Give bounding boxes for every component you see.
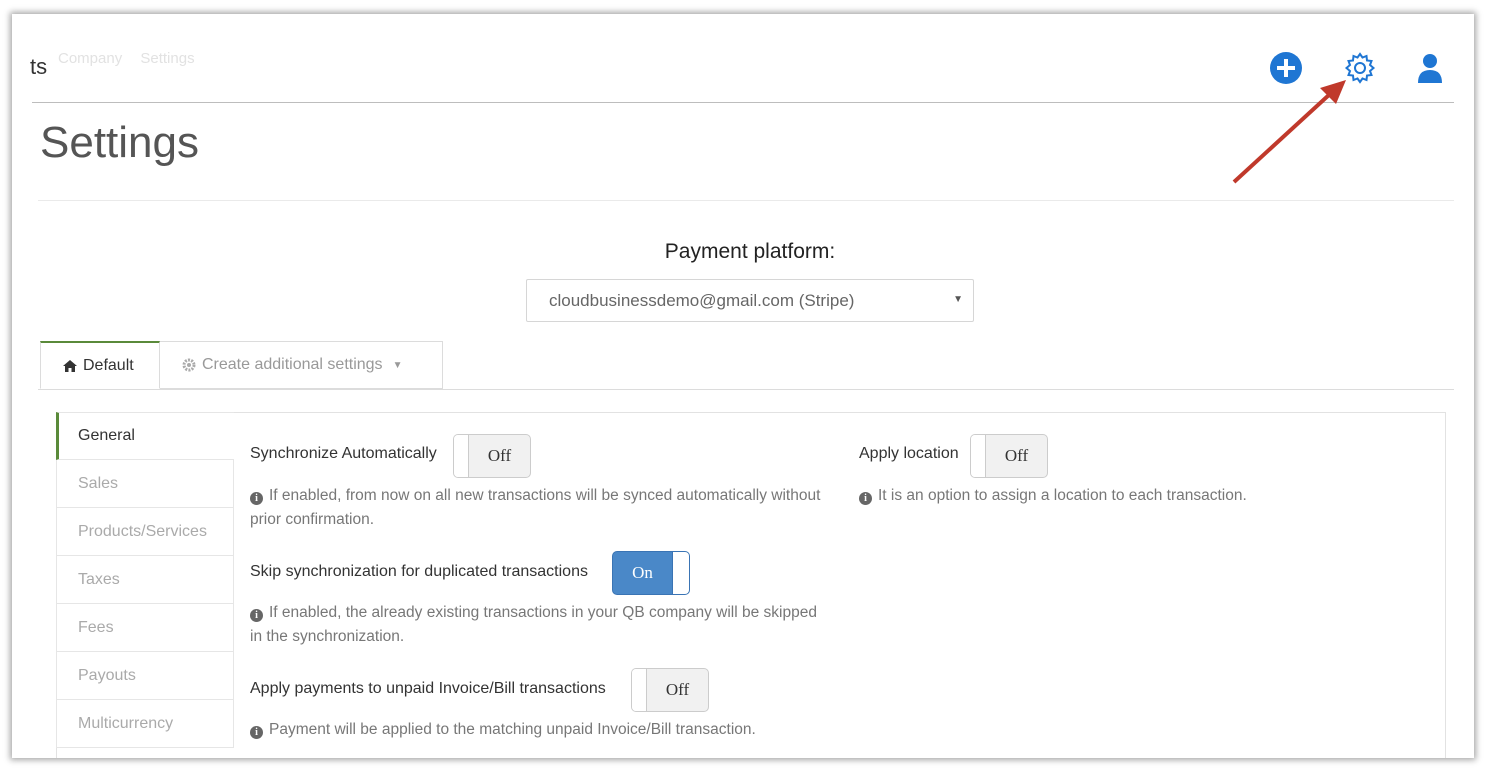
toggle-knob: [632, 669, 647, 711]
payment-platform-value: cloudbusinessdemo@gmail.com (Stripe): [549, 290, 855, 310]
apply-location-toggle[interactable]: Off: [970, 434, 1048, 478]
home-icon: [63, 359, 77, 372]
caret-down-icon: ▼: [392, 359, 403, 371]
breadcrumb-settings[interactable]: Settings: [140, 50, 194, 67]
user-icon[interactable]: [1412, 50, 1448, 86]
sync-auto-toggle[interactable]: Off: [453, 434, 531, 478]
sidebar-item-general[interactable]: General: [56, 412, 234, 460]
sync-auto-help-text: If enabled, from now on all new transact…: [250, 487, 821, 528]
tab-default-label: Default: [83, 356, 134, 374]
page-title: Settings: [40, 118, 199, 167]
toggle-state: On: [632, 563, 653, 582]
toggle-knob: [672, 552, 689, 594]
toggle-state: Off: [665, 680, 690, 699]
app-window: ts Company Settings Settings Payment pla: [12, 14, 1474, 758]
tabs-divider: [38, 389, 1454, 390]
info-icon: i: [250, 492, 263, 505]
breadcrumb-company[interactable]: Company: [58, 50, 122, 67]
toggle-knob: [454, 435, 469, 477]
title-divider: [38, 200, 1454, 201]
annotation-arrow: [1232, 80, 1346, 184]
apply-location-help-text: It is an option to assign a location to …: [878, 487, 1247, 504]
apply-payments-help-text: Payment will be applied to the matching …: [269, 721, 756, 738]
apply-payments-toggle[interactable]: Off: [631, 668, 709, 712]
apply-location-help: i It is an option to assign a location to…: [859, 484, 1419, 508]
sidebar-item-multicurrency[interactable]: Multicurrency: [56, 700, 234, 748]
sidebar-item-fees[interactable]: Fees: [56, 604, 234, 652]
toggle-knob: [971, 435, 986, 477]
sync-auto-label: Synchronize Automatically: [250, 445, 437, 462]
breadcrumb: Company Settings: [58, 50, 209, 67]
skip-duplicates-toggle[interactable]: On: [612, 551, 690, 595]
settings-sidebar: General Sales Products/Services Taxes Fe…: [56, 412, 234, 748]
breadcrumb-prefix: ts: [30, 54, 48, 79]
skip-duplicates-help-text: If enabled, the already existing transac…: [250, 604, 817, 645]
payment-platform-select[interactable]: cloudbusinessdemo@gmail.com (Stripe) ▼: [526, 279, 974, 322]
apply-payments-help: i Payment will be applied to the matching…: [250, 718, 850, 742]
skip-duplicates-help: i If enabled, the already existing transa…: [250, 601, 830, 649]
gear-icon: [182, 358, 196, 372]
sidebar-item-products-services[interactable]: Products/Services: [56, 508, 234, 556]
apply-location-label: Apply location: [859, 445, 959, 462]
sidebar-item-taxes[interactable]: Taxes: [56, 556, 234, 604]
toggle-state: Off: [487, 446, 512, 465]
sync-auto-help: i If enabled, from now on all new transac…: [250, 484, 830, 532]
tab-default[interactable]: Default: [40, 341, 160, 389]
sidebar-item-sales[interactable]: Sales: [56, 460, 234, 508]
tab-create-additional-settings[interactable]: Create additional settings ▼: [160, 341, 443, 389]
sidebar-item-payouts[interactable]: Payouts: [56, 652, 234, 700]
info-icon: i: [859, 492, 872, 505]
settings-panel: [56, 412, 1446, 758]
toggle-state: Off: [1004, 446, 1029, 465]
tab-create-label: Create additional settings: [202, 356, 383, 373]
info-icon: i: [250, 726, 263, 739]
payment-platform-label: Payment platform:: [664, 240, 836, 263]
skip-duplicates-label: Skip synchronization for duplicated tran…: [250, 563, 588, 580]
caret-down-icon: ▼: [953, 294, 963, 305]
info-icon: i: [250, 609, 263, 622]
apply-payments-label: Apply payments to unpaid Invoice/Bill tr…: [250, 680, 606, 697]
